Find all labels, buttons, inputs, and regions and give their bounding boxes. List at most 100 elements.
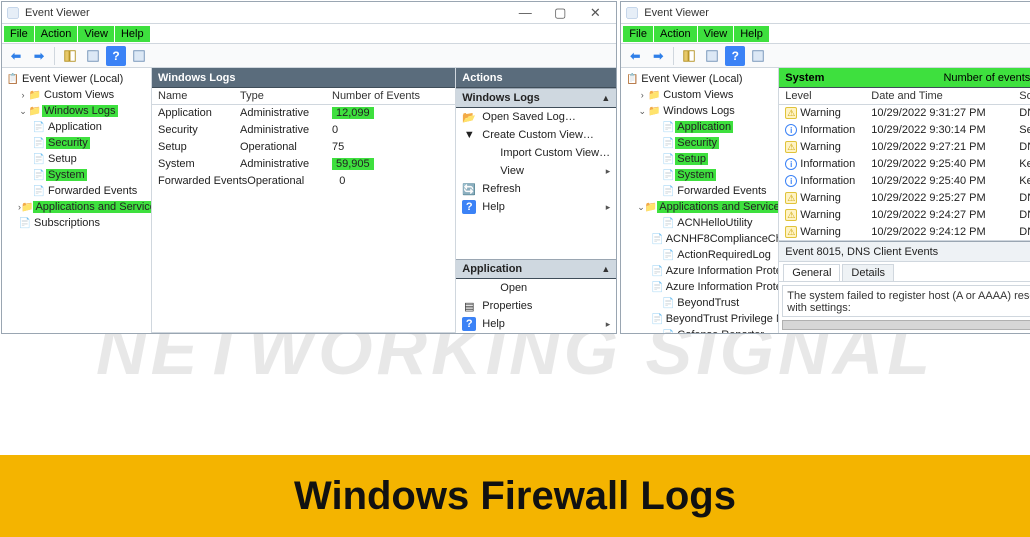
action-item[interactable]: 🔄 Refresh [456, 180, 616, 198]
help-icon: ? [462, 200, 476, 214]
help-button[interactable]: ? [725, 46, 745, 66]
tree-custom-views[interactable]: ›📁Custom Views [4, 87, 149, 103]
table-row[interactable]: SecurityAdministrative0 [152, 122, 455, 139]
tree-windows-logs[interactable]: ⌄📁Windows Logs [4, 103, 149, 119]
table-row[interactable]: Information10/29/2022 9:25:40 PMKernel-… [779, 156, 1030, 173]
forward-button[interactable]: ➡ [29, 46, 49, 66]
tree-root[interactable]: 📋Event Viewer (Local) [623, 71, 776, 87]
tree-item[interactable]: 📄Forwarded Events [623, 183, 776, 199]
col-source[interactable]: Source [1019, 90, 1030, 102]
info-icon [785, 175, 797, 187]
col-type[interactable]: Type [240, 90, 332, 102]
refresh-icon: 🔄 [462, 183, 476, 196]
titlebar[interactable]: Event Viewer — ▢ ✕ [621, 2, 1030, 24]
tree-forwarded[interactable]: 📄Forwarded Events [4, 183, 149, 199]
action-item[interactable]: View▸ [456, 162, 616, 180]
tree-item[interactable]: 📄System [623, 167, 776, 183]
show-hide-button[interactable] [60, 46, 80, 66]
back-button[interactable]: ⬅ [6, 46, 26, 66]
tree-system[interactable]: 📄System [4, 167, 149, 183]
center-pane: Windows Logs Name Type Number of Events … [152, 68, 456, 333]
refresh-button[interactable] [129, 46, 149, 66]
table-row[interactable]: Forwarded EventsOperational0 [152, 173, 455, 190]
col-num[interactable]: Number of Events [332, 90, 442, 102]
close-button[interactable]: ✕ [578, 3, 612, 23]
titlebar[interactable]: Event Viewer — ▢ ✕ [2, 2, 616, 24]
action-item[interactable]: ?Help▸ [456, 198, 616, 216]
col-datetime[interactable]: Date and Time [871, 90, 1019, 102]
tree-item[interactable]: 📄ACNHF8ComplianceChe [623, 231, 776, 247]
menu-action[interactable]: Action [654, 26, 697, 42]
menu-help[interactable]: Help [734, 26, 769, 42]
col-name[interactable]: Name [158, 90, 240, 102]
open-icon: 📂 [462, 111, 476, 124]
tree-setup[interactable]: 📄Setup [4, 151, 149, 167]
action-item[interactable]: ?Help▸ [456, 315, 616, 333]
col-level[interactable]: Level [785, 90, 871, 102]
table-row[interactable]: Information10/29/2022 9:30:14 PMService … [779, 122, 1030, 139]
tab-details[interactable]: Details [842, 264, 894, 281]
table-row[interactable]: Warning10/29/2022 9:25:27 PMDNS Cli… [779, 190, 1030, 207]
menubar: File Action View Help [2, 24, 616, 44]
table-row[interactable]: ApplicationAdministrative12,099 [152, 105, 455, 122]
menu-help[interactable]: Help [115, 26, 150, 42]
tree-item[interactable]: 📄Azure Information Prote [623, 279, 776, 295]
show-hide-button[interactable] [679, 46, 699, 66]
table-row[interactable]: Warning10/29/2022 9:27:21 PMDNS Cli… [779, 139, 1030, 156]
tree-apps-services[interactable]: ›📁Applications and Services Logs [4, 199, 149, 215]
toolbar: ⬅ ➡ ? [621, 44, 1030, 68]
help-button[interactable]: ? [106, 46, 126, 66]
tree-root[interactable]: 📋Event Viewer (Local) [4, 71, 149, 87]
info-icon [785, 124, 797, 136]
tree-item[interactable]: 📄Cofense Reporter [623, 327, 776, 333]
events-table[interactable]: Level Date and Time Source Warning10/29/… [779, 88, 1030, 241]
menu-file[interactable]: File [623, 26, 653, 42]
table-row[interactable]: SetupOperational75 [152, 139, 455, 156]
back-button[interactable]: ⬅ [625, 46, 645, 66]
minimize-button[interactable]: — [508, 3, 542, 23]
properties-button[interactable] [83, 46, 103, 66]
table-row[interactable]: Warning10/29/2022 9:24:12 PMDNS Cli… [779, 224, 1030, 241]
action-item[interactable]: Import Custom View… [456, 144, 616, 162]
nav-tree[interactable]: 📋Event Viewer (Local) ›📁Custom Views⌄📁Wi… [621, 68, 779, 333]
table-row[interactable]: SystemAdministrative59,905 [152, 156, 455, 173]
table-row[interactable]: Information10/29/2022 9:25:40 PMKernel-… [779, 173, 1030, 190]
table-row[interactable]: Warning10/29/2022 9:24:27 PMDNS Cli… [779, 207, 1030, 224]
tree-item[interactable]: 📄Application [623, 119, 776, 135]
tree-item[interactable]: 📄Security [623, 135, 776, 151]
properties-button[interactable] [702, 46, 722, 66]
menu-action[interactable]: Action [35, 26, 78, 42]
horizontal-scrollbar[interactable] [782, 320, 1030, 330]
nav-tree[interactable]: 📋Event Viewer (Local) ›📁Custom Views ⌄📁W… [2, 68, 152, 333]
action-item[interactable]: ▤Properties [456, 297, 616, 315]
tree-item[interactable]: 📄ACNHelloUtility [623, 215, 776, 231]
table-row[interactable]: Warning10/29/2022 9:31:27 PMDNS Cli… [779, 105, 1030, 122]
center-header: System Number of events: 59,905 [779, 68, 1030, 88]
menu-view[interactable]: View [78, 26, 114, 42]
action-item[interactable]: ▼Create Custom View… [456, 126, 616, 144]
create-icon: ▼ [462, 129, 476, 141]
action-item[interactable]: Open [456, 279, 616, 297]
menu-view[interactable]: View [698, 26, 734, 42]
action-label: Help [482, 318, 505, 330]
tree-item[interactable]: ›📁Custom Views [623, 87, 776, 103]
tree-item[interactable]: ⌄📁Windows Logs [623, 103, 776, 119]
tree-item[interactable]: 📄BeyondTrust [623, 295, 776, 311]
tree-item[interactable]: ⌄📁Applications and Services Lo [623, 199, 776, 215]
forward-button[interactable]: ➡ [648, 46, 668, 66]
tab-general[interactable]: General [783, 264, 840, 281]
action-item[interactable]: 📂Open Saved Log… [456, 108, 616, 126]
tree-subscriptions[interactable]: 📄Subscriptions [4, 215, 149, 231]
action-label: Refresh [482, 183, 521, 195]
tree-security[interactable]: 📄Security [4, 135, 149, 151]
tree-item[interactable]: 📄BeyondTrust Privilege M [623, 311, 776, 327]
tree-item[interactable]: 📄Setup [623, 151, 776, 167]
detail-title: Event 8015, DNS Client Events [785, 246, 1030, 258]
logs-table[interactable]: Name Type Number of Events ApplicationAd… [152, 88, 455, 333]
menu-file[interactable]: File [4, 26, 34, 42]
tree-item[interactable]: 📄ActionRequiredLog [623, 247, 776, 263]
refresh-button[interactable] [748, 46, 768, 66]
tree-item[interactable]: 📄Azure Information Prote [623, 263, 776, 279]
maximize-button[interactable]: ▢ [543, 3, 577, 23]
tree-application[interactable]: 📄Application [4, 119, 149, 135]
